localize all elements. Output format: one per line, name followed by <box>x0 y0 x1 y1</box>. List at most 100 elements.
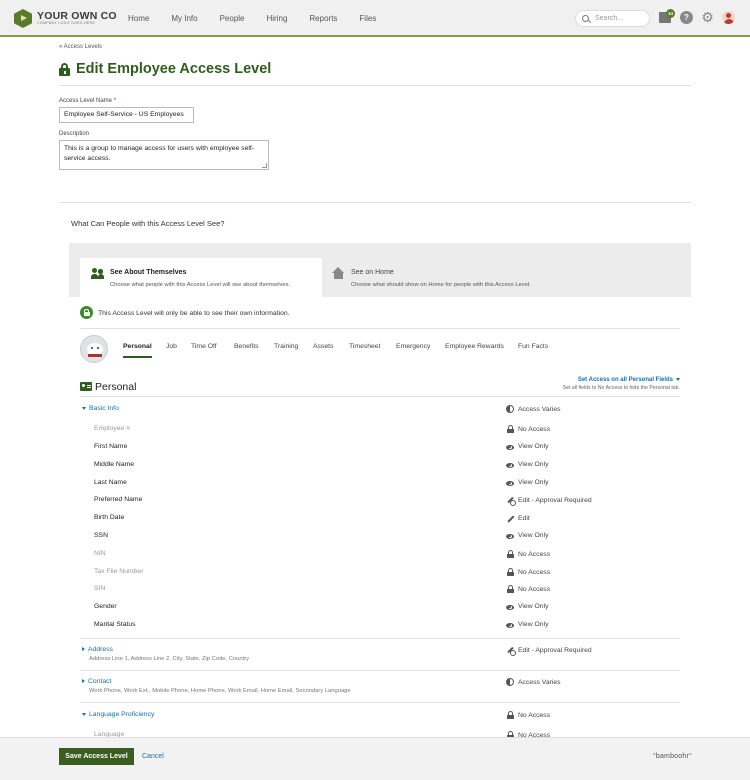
nav-reports[interactable]: Reports <box>309 14 337 23</box>
search-placeholder: Search... <box>595 15 624 22</box>
gear-icon[interactable]: ⚙ <box>701 10 714 24</box>
nav-my-info[interactable]: My Info <box>171 14 197 23</box>
tab-timesheet[interactable]: Timesheet <box>349 343 380 350</box>
eye-icon <box>506 622 514 628</box>
access-sin[interactable]: No Access <box>506 585 550 593</box>
eye-icon <box>506 533 514 539</box>
user-avatar[interactable] <box>722 11 735 24</box>
tab-see-on-home[interactable] <box>322 258 562 294</box>
tab-benefits[interactable]: Benefits <box>234 343 259 350</box>
description-textarea[interactable]: This is a group to manage access for use… <box>59 140 269 170</box>
pencil-icon <box>506 514 514 522</box>
pencil-approval-icon <box>506 496 516 506</box>
access-ssn[interactable]: View Only <box>506 532 548 539</box>
id-card-icon <box>80 382 92 391</box>
nav-files[interactable]: Files <box>359 14 376 23</box>
access-contact[interactable]: Access Varies <box>506 678 561 686</box>
access-employee-number[interactable]: No Access <box>506 425 550 433</box>
section-title-personal: Personal <box>95 381 137 393</box>
tab-training[interactable]: Training <box>274 343 298 350</box>
eye-icon <box>506 462 514 468</box>
tab-time-off[interactable]: Time Off <box>191 343 217 350</box>
tab-employee-rewards[interactable]: Employee Rewards <box>445 343 504 350</box>
title-divider <box>59 85 691 86</box>
description-text: This is a group to manage access for use… <box>64 145 255 162</box>
tab-job[interactable]: Job <box>166 343 177 350</box>
tab-see-on-home-title: See on Home <box>351 269 394 276</box>
group-address-fields: Address Line 1, Address Line 2, City, St… <box>89 656 250 662</box>
access-basic-info[interactable]: Access Varies <box>506 405 561 413</box>
field-preferred-name: Preferred Name <box>94 496 143 503</box>
access-last-name[interactable]: View Only <box>506 479 548 486</box>
caret-right-icon <box>82 679 85 684</box>
access-level-name-input[interactable]: Employee Self-Service - US Employees <box>59 107 194 123</box>
access-level-name-label: Access Level Name * <box>59 98 117 104</box>
group-divider <box>80 638 680 639</box>
group-language-toggle[interactable]: Language Proficiency <box>82 711 154 718</box>
tab-see-about-themselves[interactable] <box>80 258 322 298</box>
tab-emergency[interactable]: Emergency <box>396 343 430 350</box>
people-icon <box>91 268 104 279</box>
eye-icon <box>506 444 514 450</box>
lock-icon <box>506 711 514 719</box>
lock-icon <box>506 425 514 433</box>
help-icon[interactable]: ? <box>680 11 693 24</box>
access-tax-file-number[interactable]: No Access <box>506 568 550 576</box>
access-first-name[interactable]: View Only <box>506 443 548 450</box>
tab-personal[interactable]: Personal <box>123 343 152 350</box>
field-middle-name: Middle Name <box>94 461 135 468</box>
set-access-all-dropdown[interactable]: Set Access on all Personal Fields <box>540 377 680 383</box>
logo-tagline: COMPANY LOGO GOES HERE <box>37 21 96 26</box>
field-gender: Gender <box>94 603 117 610</box>
field-birth-date: Birth Date <box>94 514 125 521</box>
caret-down-icon <box>82 406 86 410</box>
tab-assets[interactable]: Assets <box>313 343 333 350</box>
field-first-name: First Name <box>94 443 128 450</box>
eye-icon <box>506 604 514 610</box>
section-question: What Can People with this Access Level S… <box>71 219 225 228</box>
access-birth-date[interactable]: Edit <box>506 514 530 522</box>
eye-icon <box>506 480 514 486</box>
nav-home[interactable]: Home <box>128 14 149 23</box>
field-sin: SIN <box>94 585 106 592</box>
cancel-link[interactable]: Cancel <box>142 753 164 760</box>
access-gender[interactable]: View Only <box>506 603 548 610</box>
field-last-name: Last Name <box>94 479 127 486</box>
search-icon <box>582 15 589 22</box>
active-tab-indicator <box>123 356 152 358</box>
access-nin[interactable]: No Access <box>506 550 550 558</box>
pencil-approval-icon <box>506 646 516 656</box>
employee-avatar <box>80 335 108 363</box>
group-contact-toggle[interactable]: Contact <box>82 678 111 685</box>
set-access-hint: Set all fields to No Access to hide the … <box>562 385 680 391</box>
access-marital-status[interactable]: View Only <box>506 621 548 628</box>
tab-see-about-themselves-title: See About Themselves <box>110 269 187 276</box>
company-logo[interactable]: YOUR OWN CO COMPANY LOGO GOES HERE <box>14 9 117 28</box>
access-preferred-name[interactable]: Edit - Approval Required <box>506 496 592 506</box>
save-access-level-button[interactable]: Save Access Level <box>59 748 134 765</box>
caret-down-icon <box>676 377 680 381</box>
bamboohr-logo: °bamboohr° <box>652 753 692 760</box>
description-label: Description <box>59 131 90 137</box>
home-icon <box>332 267 345 279</box>
access-language-proficiency[interactable]: No Access <box>506 711 550 719</box>
inbox-count-badge: 14 <box>666 9 675 18</box>
main-nav: Home My Info People Hiring Reports Files <box>128 0 398 37</box>
resize-handle-icon[interactable] <box>262 163 267 168</box>
caret-down-icon <box>82 712 86 716</box>
nav-people[interactable]: People <box>220 14 245 23</box>
group-divider <box>80 702 680 703</box>
group-address-toggle[interactable]: Address <box>82 646 113 653</box>
logo-hex-icon <box>14 9 32 28</box>
access-address[interactable]: Edit - Approval Required <box>506 646 592 656</box>
group-contact-fields: Work Phone, Work Ext., Mobile Phone, Hom… <box>89 688 351 694</box>
logo-name: YOUR OWN CO <box>37 9 117 22</box>
breadcrumb-access-levels[interactable]: « Access Levels <box>59 44 102 50</box>
lock-icon <box>506 585 514 593</box>
nav-hiring[interactable]: Hiring <box>267 14 288 23</box>
access-middle-name[interactable]: View Only <box>506 461 548 468</box>
tab-fun-facts[interactable]: Fun Facts <box>518 343 548 350</box>
search-input[interactable]: Search... <box>575 10 650 27</box>
half-circle-icon <box>506 405 514 413</box>
group-basic-info-toggle[interactable]: Basic Info <box>82 405 119 412</box>
